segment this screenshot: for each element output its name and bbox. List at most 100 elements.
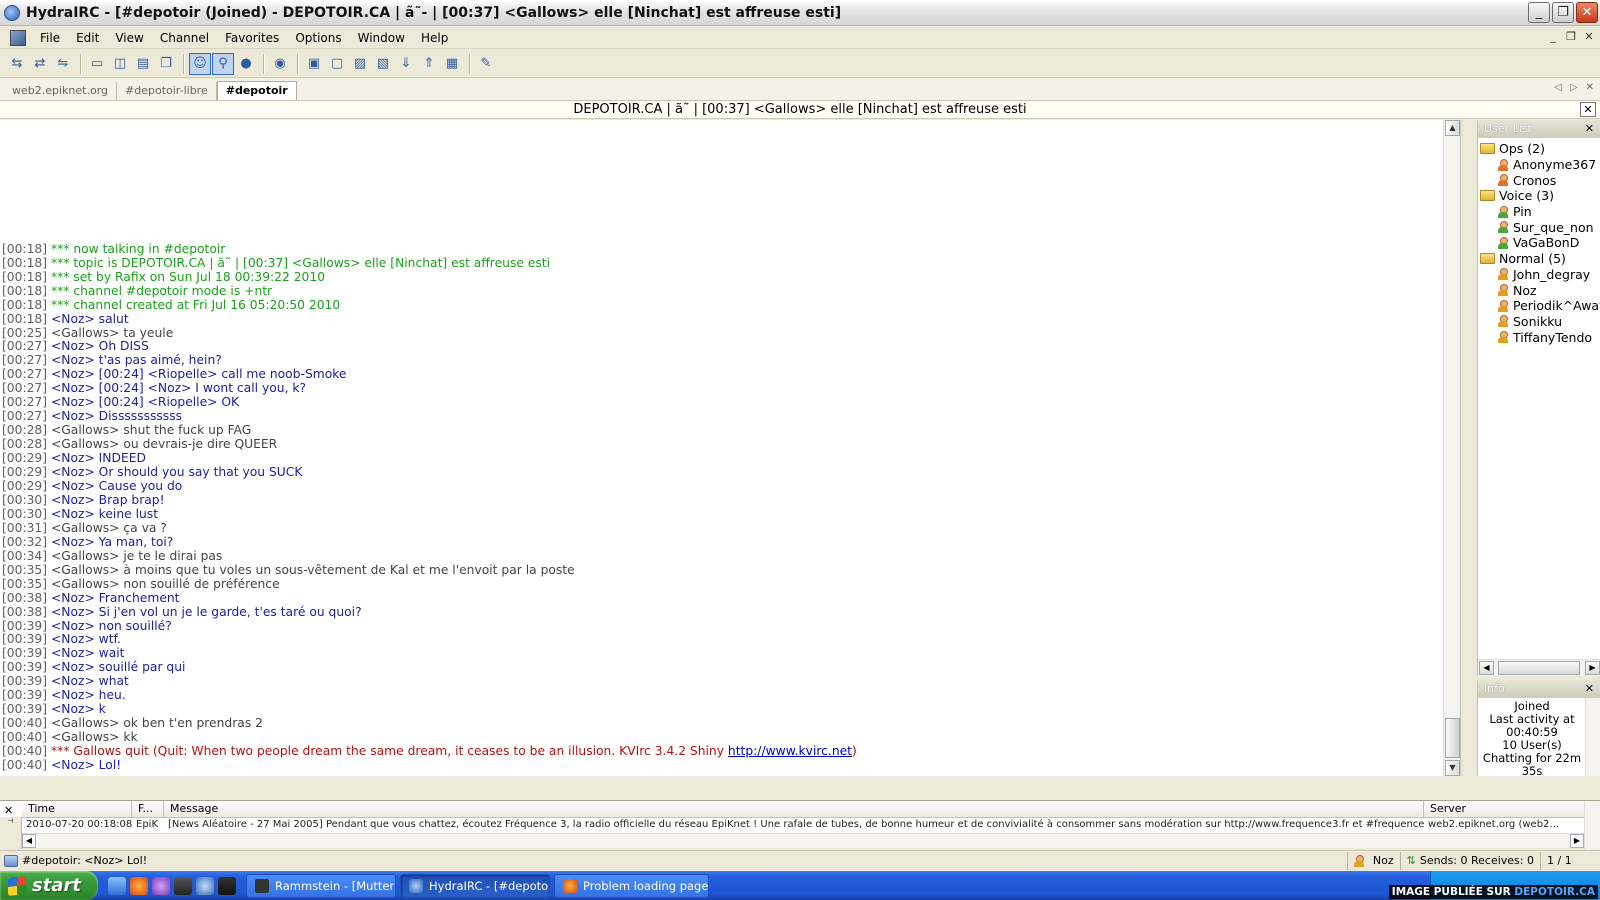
connect-icon[interactable]: ⇆ <box>6 53 28 75</box>
console-icon[interactable]: ◉ <box>269 53 291 75</box>
tab-web2-epiknet[interactable]: web2.epiknet.org <box>4 82 118 100</box>
scroll-left-arrow-icon[interactable]: ◀ <box>1479 661 1494 675</box>
chat-message: <Noz> heu. <box>50 688 126 703</box>
channels-icon[interactable]: ● <box>235 53 257 75</box>
user-item[interactable]: Cronos <box>1478 172 1600 188</box>
chat-line: [00:35] <Gallows> non souillé de préfére… <box>2 577 1442 592</box>
user-group[interactable]: Voice (3) <box>1478 188 1600 204</box>
reconnect-icon[interactable]: ⇄ <box>29 53 51 75</box>
scroll-thumb[interactable] <box>1498 661 1580 675</box>
chat-line: [00:18] *** channel #depotoir mode is +n… <box>2 284 1442 299</box>
menu-edit[interactable]: Edit <box>68 28 107 48</box>
menu-favorites[interactable]: Favorites <box>217 28 287 48</box>
mdi-restore-button[interactable]: ❐ <box>1564 30 1578 43</box>
user-item[interactable]: TiffanyTendo <box>1478 329 1600 345</box>
scroll-right-arrow-icon[interactable]: ▶ <box>1570 834 1584 848</box>
tab-next-icon[interactable]: ▷ <box>1570 82 1578 93</box>
send-icon[interactable]: ⇑ <box>418 53 440 75</box>
chat-line: [00:27] <Noz> [00:24] <Noz> I wont call … <box>2 381 1442 396</box>
user-list-hscrollbar[interactable]: ◀ ▶ <box>1478 659 1600 676</box>
output-window-icon[interactable]: ▢ <box>326 53 348 75</box>
game-icon[interactable] <box>174 876 192 895</box>
messenger-icon[interactable] <box>152 876 170 895</box>
event-log-hscrollbar[interactable]: ◀ ▶ <box>22 833 1584 848</box>
picture-alt-icon[interactable]: ▧ <box>372 53 394 75</box>
disconnect-icon[interactable]: ⇋ <box>52 53 74 75</box>
maximize-button[interactable]: ❐ <box>1552 2 1574 23</box>
user-item[interactable]: Pin <box>1478 204 1600 220</box>
menu-view[interactable]: View <box>107 28 151 48</box>
user-item[interactable]: Periodik^Away <box>1478 298 1600 314</box>
mdi-close-button[interactable]: ✕ <box>1582 30 1596 43</box>
user-group[interactable]: Normal (5) <box>1478 251 1600 267</box>
user-item[interactable]: Sonikku <box>1478 314 1600 330</box>
user-item[interactable]: VaGaBonD <box>1478 235 1600 251</box>
server-window-icon[interactable]: ▣ <box>303 53 325 75</box>
user-item[interactable]: Sur_que_non <box>1478 219 1600 235</box>
chat-message: <Noz> Lol! <box>50 758 122 773</box>
event-log-vscrollbar[interactable] <box>1584 801 1600 849</box>
message-icon <box>4 854 18 867</box>
chat-timestamp: [00:18] <box>2 241 48 256</box>
table-row[interactable]: 2010-07-20 00:18:08 EpiK [News Aléatoire… <box>22 819 1584 832</box>
column-server[interactable]: Server <box>1424 801 1584 817</box>
chat-output[interactable]: [00:18] *** now talking in #depotoir [00:… <box>0 120 1461 776</box>
event-log-pin-icon[interactable]: ⊣ <box>0 817 22 849</box>
search-icon[interactable]: ⚲ <box>212 52 234 75</box>
users-icon[interactable]: ☺ <box>189 52 211 75</box>
mdi-minimize-button[interactable]: _ <box>1546 30 1560 43</box>
user-item[interactable]: Anonyme367 <box>1478 157 1600 173</box>
user-nick: Pin <box>1513 204 1532 220</box>
firefox-icon[interactable] <box>130 876 148 895</box>
scroll-right-arrow-icon[interactable]: ▶ <box>1585 661 1600 675</box>
tab-depotoir-libre[interactable]: #depotoir-libre <box>117 82 217 100</box>
menu-file[interactable]: File <box>32 28 68 48</box>
menu-help[interactable]: Help <box>413 28 456 48</box>
info-scrollbar[interactable] <box>1585 698 1600 776</box>
task-rammstein[interactable]: Rammstein - [Mutter ... <box>246 873 396 898</box>
menu-window[interactable]: Window <box>350 28 413 48</box>
task-hydrairc[interactable]: HydraIRC - [#depoto... <box>400 873 550 898</box>
minimize-button[interactable]: _ <box>1528 2 1550 23</box>
chat-scrollbar[interactable]: ▲ ▼ <box>1443 120 1460 776</box>
topic-close-button[interactable]: ✕ <box>1580 102 1596 117</box>
chat-message: <Noz> Ya man, toi? <box>50 534 174 549</box>
column-from[interactable]: F... <box>132 801 164 817</box>
tab-prev-icon[interactable]: ◁ <box>1554 82 1562 93</box>
picture-icon[interactable]: ▨ <box>349 53 371 75</box>
irc-icon[interactable] <box>196 876 214 895</box>
window-icon[interactable]: ▭ <box>86 53 108 75</box>
scroll-down-arrow-icon[interactable]: ▼ <box>1445 760 1460 776</box>
info-panel: Info ✕ Joined Last activity at 00:40:59 … <box>1477 680 1600 778</box>
menu-channel[interactable]: Channel <box>152 28 217 48</box>
ie-icon[interactable] <box>108 876 126 895</box>
chat-link[interactable]: http://www.kvirc.net <box>728 744 852 758</box>
tab-depotoir[interactable]: #depotoir <box>216 81 297 100</box>
chat-timestamp: [00:27] <box>2 409 48 424</box>
scroll-up-arrow-icon[interactable]: ▲ <box>1445 120 1460 136</box>
pencil-icon[interactable]: ✎ <box>475 53 497 75</box>
user-item[interactable]: Noz <box>1478 282 1600 298</box>
layout-icon[interactable]: ▦ <box>441 53 463 75</box>
start-button[interactable]: start <box>0 871 98 900</box>
user-list-close-icon[interactable]: ✕ <box>1585 120 1594 138</box>
hydrairc-app-icon[interactable] <box>4 4 20 21</box>
transfer-icon[interactable]: ⇓ <box>395 53 417 75</box>
task-firefox[interactable]: Problem loading page... <box>554 873 709 898</box>
steam-icon[interactable] <box>218 876 236 895</box>
scroll-left-arrow-icon[interactable]: ◀ <box>22 834 36 848</box>
info-close-icon[interactable]: ✕ <box>1585 680 1594 698</box>
close-button[interactable]: ✕ <box>1576 2 1598 23</box>
column-time[interactable]: Time <box>22 801 132 817</box>
user-group[interactable]: Ops (2) <box>1478 141 1600 157</box>
document-icon[interactable] <box>10 29 26 46</box>
tile-vertical-icon[interactable]: ◫ <box>109 53 131 75</box>
tab-close-icon[interactable]: ✕ <box>1586 82 1594 93</box>
cascade-icon[interactable]: ❐ <box>155 53 177 75</box>
scroll-thumb[interactable] <box>1445 718 1460 758</box>
event-log-close-icon[interactable]: ✕ <box>4 804 13 817</box>
column-message[interactable]: Message <box>164 801 1424 817</box>
user-item[interactable]: John_degray <box>1478 267 1600 283</box>
tile-horizontal-icon[interactable]: ▤ <box>132 53 154 75</box>
menu-options[interactable]: Options <box>287 28 349 48</box>
